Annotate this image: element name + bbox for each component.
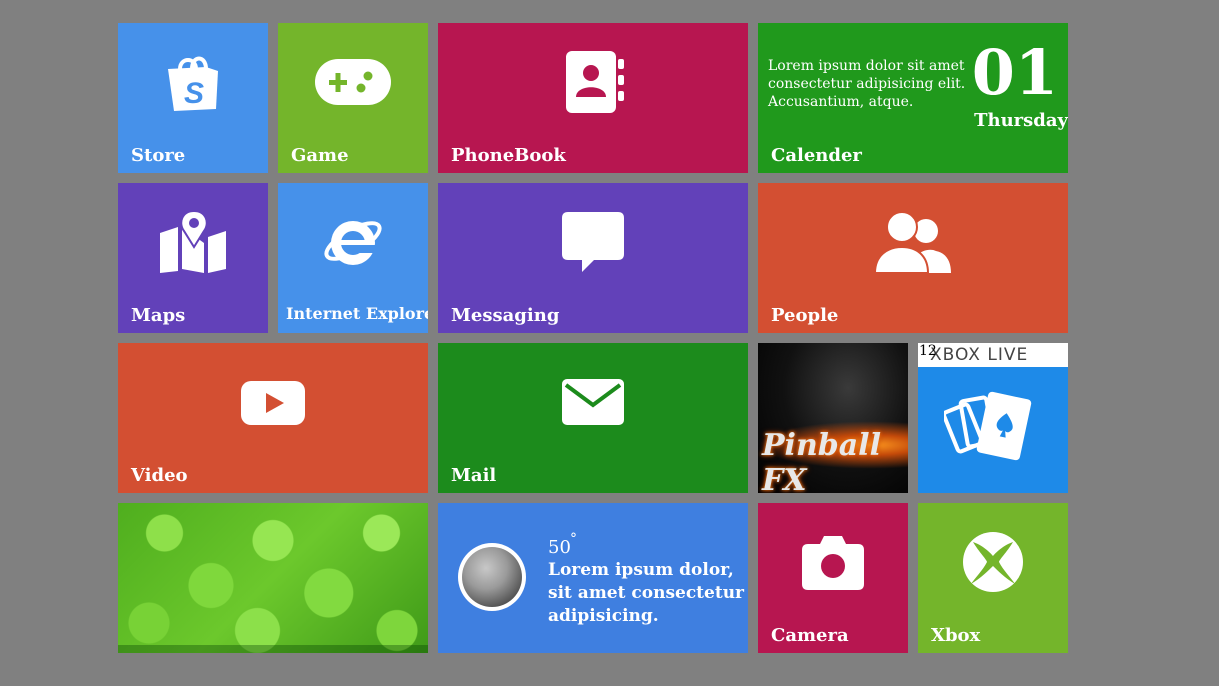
- weather-description: Lorem ipsum dolor, sit amet consectetur …: [548, 560, 745, 626]
- moon-icon: [458, 543, 526, 611]
- tile-label: Game: [291, 145, 349, 166]
- tile-label: People: [771, 305, 839, 326]
- tile-xbox-live-games[interactable]: XBOX LIVE 12: [918, 343, 1068, 493]
- tile-label: Messaging: [451, 305, 560, 326]
- tile-label: Maps: [131, 305, 186, 326]
- youtube-play-icon: [241, 381, 305, 425]
- contact-book-icon: [566, 51, 624, 113]
- calendar-day: 01: [971, 36, 1058, 109]
- game-logo: Pinball FX: [762, 428, 881, 493]
- camera-icon: [802, 536, 864, 590]
- tile-game[interactable]: Game: [278, 23, 428, 173]
- tile-label: PhoneBook: [451, 145, 566, 166]
- calendar-weekday: Thursday: [974, 110, 1068, 131]
- temperature: 50: [548, 537, 571, 558]
- svg-text:S: S: [184, 77, 204, 110]
- tile-label: Camera: [771, 625, 849, 646]
- internet-explorer-icon: [324, 221, 382, 265]
- cards-icon: [944, 391, 1032, 461]
- tile-xbox[interactable]: Xbox: [918, 503, 1068, 653]
- tile-messaging[interactable]: Messaging: [438, 183, 748, 333]
- tile-internet-explorer[interactable]: Internet Explorer: [278, 183, 428, 333]
- people-icon: [874, 211, 951, 274]
- tile-label: Internet Explorer: [286, 304, 428, 323]
- tile-desktop[interactable]: [118, 503, 428, 653]
- tile-phonebook[interactable]: PhoneBook: [438, 23, 748, 173]
- xbox-icon: [963, 532, 1023, 592]
- tile-people[interactable]: People: [758, 183, 1068, 333]
- tile-maps[interactable]: Maps: [118, 183, 268, 333]
- tile-camera[interactable]: Camera: [758, 503, 908, 653]
- tile-video[interactable]: Video: [118, 343, 428, 493]
- tile-weather[interactable]: 50 ° Lorem ipsum dolor, sit amet consect…: [438, 503, 748, 653]
- notification-count: 12: [919, 343, 937, 359]
- gamepad-icon: [315, 59, 391, 105]
- calendar-description: Lorem ipsum dolor sit amet consectetur a…: [768, 58, 966, 110]
- tile-label: Video: [131, 465, 188, 486]
- map-icon: [160, 211, 226, 273]
- shopping-bag-icon: S: [168, 56, 218, 111]
- tile-pinball-fx[interactable]: Pinball FX: [758, 343, 908, 493]
- tile-label: Store: [131, 145, 186, 166]
- tile-mail[interactable]: Mail: [438, 343, 748, 493]
- degree-symbol: °: [570, 531, 577, 547]
- envelope-icon: [562, 379, 624, 425]
- xbox-live-logo: XBOX LIVE: [930, 345, 1029, 365]
- taskbar: [118, 645, 428, 653]
- tile-store[interactable]: S Store: [118, 23, 268, 173]
- tile-label: Xbox: [931, 625, 981, 646]
- tile-label: Calender: [771, 145, 862, 166]
- chat-bubble-icon: [562, 212, 624, 272]
- tile-label: Mail: [451, 465, 497, 486]
- tile-calendar[interactable]: Lorem ipsum dolor sit amet consectetur a…: [758, 23, 1068, 173]
